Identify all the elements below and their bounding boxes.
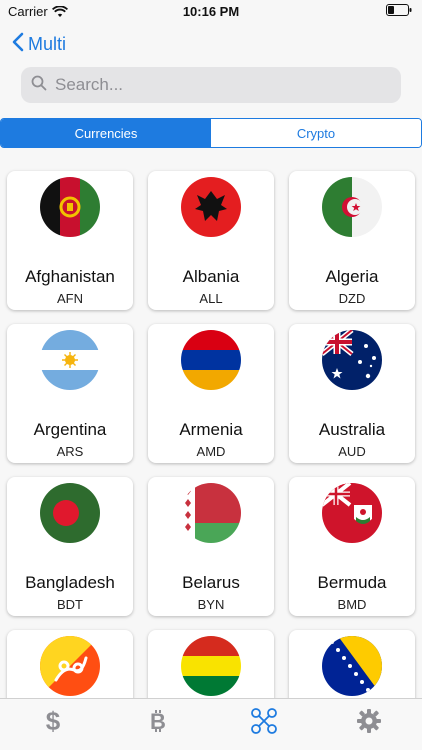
algeria-flag-icon <box>322 177 382 237</box>
svg-text:B: B <box>150 709 166 734</box>
gear-icon <box>356 708 382 741</box>
albania-flag-icon <box>181 177 241 237</box>
bhutan-flag-icon <box>40 636 100 696</box>
country-name: Armenia <box>179 420 243 439</box>
currency-card-albania[interactable]: Albania ALL <box>148 171 274 310</box>
currency-card-argentina[interactable]: Argentina ARS <box>7 324 133 463</box>
currency-card-bolivia[interactable] <box>148 630 274 698</box>
segment-crypto[interactable]: Crypto <box>211 119 421 147</box>
bosnia-flag-icon <box>322 636 382 696</box>
svg-text:$: $ <box>46 707 61 735</box>
currency-card-bhutan[interactable] <box>7 630 133 698</box>
afghanistan-flag-icon <box>40 177 100 237</box>
armenia-flag-icon <box>181 330 241 390</box>
currency-card-australia[interactable]: Australia AUD <box>289 324 415 463</box>
currency-card-bermuda[interactable]: Bermuda BMD <box>289 477 415 616</box>
bangladesh-flag-icon <box>40 483 100 543</box>
bermuda-flag-icon <box>322 483 382 543</box>
tab-currencies[interactable]: $ <box>0 699 106 750</box>
bolivia-flag-icon <box>181 636 241 696</box>
segment-currencies[interactable]: Currencies <box>1 119 211 147</box>
currency-card-algeria[interactable]: Algeria DZD <box>289 171 415 310</box>
currency-code: AUD <box>338 444 366 459</box>
currency-code: BYN <box>197 597 225 612</box>
back-button[interactable]: Multi <box>12 32 66 57</box>
country-name: Albania <box>182 267 240 286</box>
australia-flag-icon <box>322 330 382 390</box>
tab-settings[interactable] <box>317 699 422 750</box>
argentina-flag-icon <box>40 330 100 390</box>
status-time: 10:16 PM <box>182 4 240 19</box>
currency-card-armenia[interactable]: Armenia AMD <box>148 324 274 463</box>
search-bar[interactable] <box>21 67 401 103</box>
currency-code: ARS <box>56 444 84 459</box>
bitcoin-icon: B <box>148 708 168 741</box>
currency-grid: Afghanistan AFN Albania ALL Algeria DZD <box>0 150 422 698</box>
search-icon <box>31 75 47 96</box>
segmented-control: Currencies Crypto <box>0 118 422 148</box>
country-name: Algeria <box>325 267 379 286</box>
country-name: Bermuda <box>317 573 387 592</box>
tab-bar: $ B <box>0 698 422 750</box>
search-input[interactable] <box>55 75 375 95</box>
chevron-left-icon <box>12 32 24 57</box>
exchange-icon <box>250 707 278 742</box>
currency-card-bangladesh[interactable]: Bangladesh BDT <box>7 477 133 616</box>
currency-card-belarus[interactable]: Belarus BYN <box>148 477 274 616</box>
battery-icon <box>386 4 412 16</box>
currency-code: BDT <box>57 597 83 612</box>
country-name: Belarus <box>182 573 240 592</box>
belarus-flag-icon <box>181 483 241 543</box>
currency-card-afghanistan[interactable]: Afghanistan AFN <box>7 171 133 310</box>
currency-code: BMD <box>337 597 367 612</box>
currency-code: ALL <box>199 291 223 306</box>
dollar-icon: $ <box>43 706 63 742</box>
currency-card-bosnia[interactable] <box>289 630 415 698</box>
status-bar: Carrier 10:16 PM <box>0 0 422 22</box>
currency-code: AFN <box>57 291 83 306</box>
country-name: Argentina <box>33 420 107 439</box>
currency-code: AMD <box>196 444 226 459</box>
tab-multi[interactable] <box>211 699 317 750</box>
back-label: Multi <box>28 34 67 54</box>
country-name: Bangladesh <box>25 573 115 592</box>
tab-crypto[interactable]: B <box>106 699 212 750</box>
country-name: Afghanistan <box>25 267 115 286</box>
currency-code: DZD <box>338 291 366 306</box>
country-name: Australia <box>318 420 386 439</box>
